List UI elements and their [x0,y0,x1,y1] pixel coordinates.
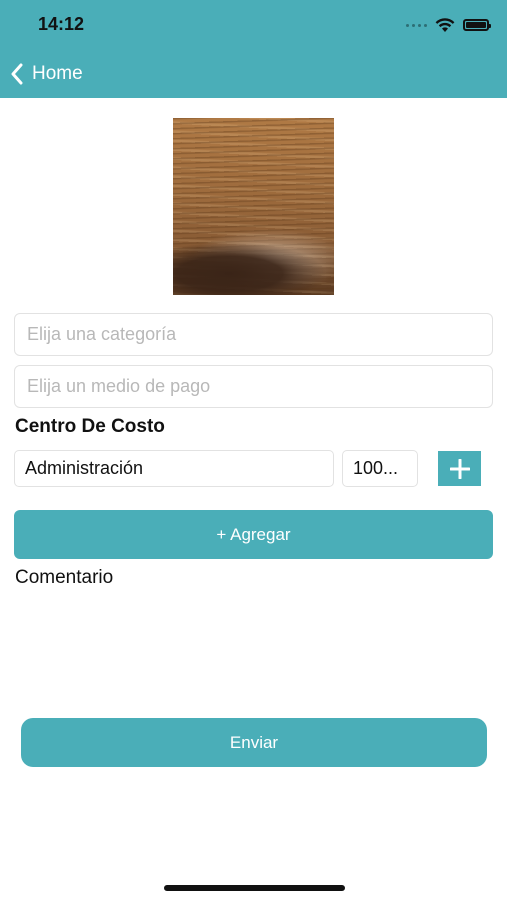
comment-label: Comentario [15,567,114,588]
payment-method-field[interactable] [14,365,493,408]
add-button[interactable]: + Agregar [14,510,493,559]
back-button[interactable]: Home [10,60,83,88]
chevron-left-icon [11,63,23,85]
navigation-bar: 14:12 Home [0,0,507,98]
back-label: Home [32,63,83,84]
status-time: 14:12 [38,14,85,34]
cellular-signal-icon [406,23,427,27]
wifi-icon [435,17,455,32]
percentage-field[interactable]: 100... [342,450,418,487]
receipt-photo[interactable] [173,118,334,295]
category-field[interactable] [14,313,493,356]
cost-center-select[interactable]: Administración [14,450,334,487]
battery-icon [463,19,491,31]
cost-center-title: Centro De Costo [15,416,165,437]
submit-button[interactable]: Enviar [21,718,487,767]
status-icons [406,14,491,36]
add-cost-center-button[interactable] [438,451,481,486]
plus-icon [449,458,470,479]
home-indicator[interactable] [164,885,345,891]
